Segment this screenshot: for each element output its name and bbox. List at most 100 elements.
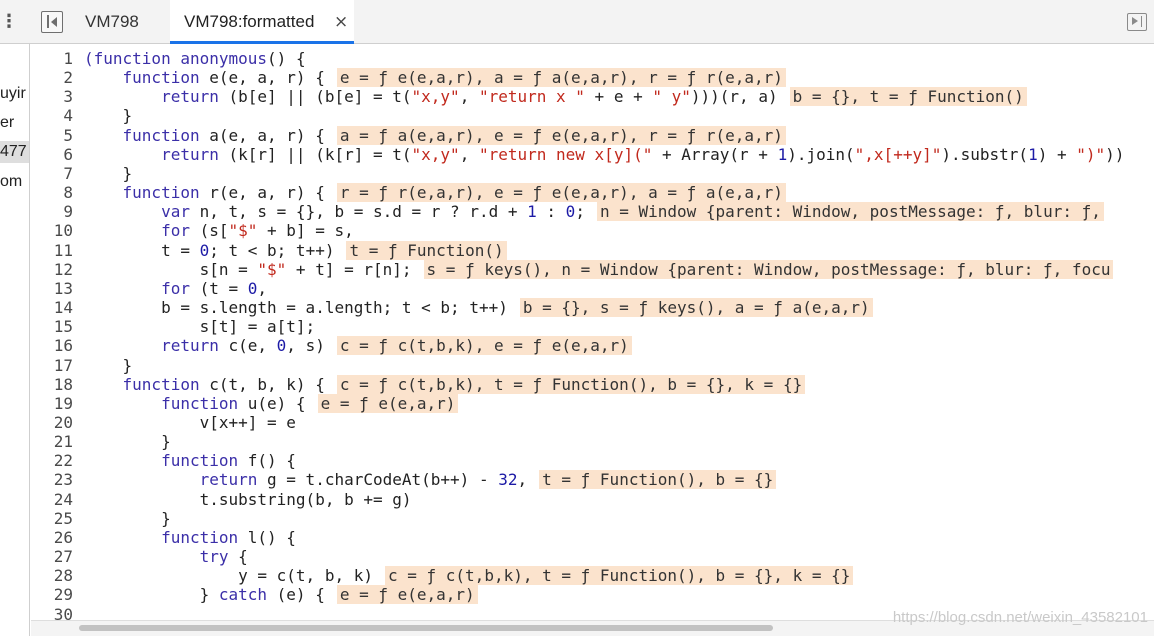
line-number[interactable]: 25 <box>31 509 73 528</box>
code-line[interactable]: return (b[e] || (b[e] = t("x,y", "return… <box>84 87 1154 107</box>
code-line[interactable]: s[t] = a[t]; <box>84 317 1154 336</box>
line-number[interactable]: 12 <box>31 260 73 279</box>
code-line[interactable]: return c(e, 0, s) c = ƒ c(t,b,k), e = ƒ e… <box>84 336 1154 356</box>
keyword-token: for <box>161 221 190 241</box>
code-line[interactable]: } <box>84 106 1154 125</box>
line-number[interactable]: 13 <box>31 279 73 298</box>
line-number[interactable]: 24 <box>31 490 73 509</box>
code-token: ; t < b; t++) <box>209 240 335 260</box>
line-number[interactable]: 29 <box>31 585 73 604</box>
line-number[interactable]: 28 <box>31 566 73 585</box>
code-token: s[n = <box>84 259 258 279</box>
code-line[interactable]: function r(e, a, r) {r = ƒ r(e,a,r), e =… <box>84 183 1154 203</box>
inline-value-preview: b = {}, s = ƒ keys(), a = ƒ a(e,a,r) <box>519 298 873 318</box>
line-number[interactable]: 30 <box>31 605 73 620</box>
sidebar-item[interactable]: om <box>0 171 29 193</box>
code-token: g = t.charCodeAt(b++) - <box>257 470 499 490</box>
code-line[interactable]: try { <box>84 547 1154 566</box>
line-number[interactable]: 3 <box>31 87 73 106</box>
code-line[interactable]: } <box>84 356 1154 375</box>
line-number[interactable]: 1 <box>31 49 73 68</box>
scrollbar-thumb[interactable] <box>79 625 773 631</box>
line-number[interactable]: 22 <box>31 451 73 470</box>
code-editor[interactable]: 1 2 3 4 5 6 7 8 9 10 11 12 13 14 15 16 17 18 19 20 21 22 23 24 2… <box>31 44 1154 620</box>
code-line[interactable]: function c(t, b, k) {c = ƒ c(t,b,k), t =… <box>84 374 1154 394</box>
code-token: (s[ <box>189 221 229 241</box>
line-number[interactable]: 11 <box>31 241 73 260</box>
code-token: u(e) { <box>238 393 306 413</box>
line-number[interactable]: 6 <box>31 145 73 164</box>
code-token: c(t, b, k) { <box>199 374 325 394</box>
line-number[interactable]: 2 <box>31 68 73 87</box>
code-line[interactable]: s[n = "$" + t] = r[n]; s = ƒ keys(), n = … <box>84 259 1154 279</box>
code-token: + Array(r + <box>652 144 778 164</box>
line-number[interactable]: 8 <box>31 183 73 202</box>
code-token: { <box>228 547 248 567</box>
code-line[interactable]: (function anonymous() { <box>84 49 1154 68</box>
code-line[interactable]: } <box>84 432 1154 451</box>
code-line[interactable]: for (t = 0, <box>84 279 1154 298</box>
inline-value-preview: t = ƒ Function(), b = {} <box>539 470 777 490</box>
tab-vm798-formatted[interactable]: VM798:formatted × <box>170 0 354 44</box>
sidebar-item-selected[interactable]: 477 <box>0 141 29 163</box>
code-line[interactable]: for (s["$" + b] = s, <box>84 221 1154 240</box>
code-token: s[t] = a[t]; <box>84 317 316 337</box>
sidebar-item[interactable]: uyir <box>0 83 29 105</box>
code-line[interactable]: function a(e, a, r) {a = ƒ a(e,a,r), e =… <box>84 125 1154 145</box>
code-line[interactable]: y = c(t, b, k) c = ƒ c(t,b,k), t = ƒ Func… <box>84 566 1154 586</box>
close-tab-icon[interactable]: × <box>334 0 348 44</box>
code-line[interactable]: var n, t, s = {}, b = s.d = r ? r.d + 1 … <box>84 202 1154 222</box>
code-line[interactable]: v[x++] = e <box>84 413 1154 432</box>
line-number[interactable]: 26 <box>31 528 73 547</box>
code-line[interactable]: function l() { <box>84 528 1154 547</box>
keyword-token: for <box>161 278 190 298</box>
code-token: e(e, a, r) { <box>199 68 325 88</box>
code-line[interactable]: } catch (e) {e = ƒ e(e,a,r) <box>84 585 1154 605</box>
code-token: ) + <box>1037 144 1077 164</box>
sidebar-item[interactable]: er <box>0 112 29 134</box>
code-line[interactable]: function u(e) {e = ƒ e(e,a,r) <box>84 393 1154 413</box>
code-line[interactable]: return (k[r] || (k[r] = t("x,y", "return… <box>84 145 1154 164</box>
line-number[interactable]: 14 <box>31 298 73 317</box>
line-number[interactable]: 15 <box>31 317 73 336</box>
toggle-navigator-icon[interactable] <box>41 11 63 33</box>
code-line[interactable]: function f() { <box>84 451 1154 470</box>
line-number[interactable]: 4 <box>31 106 73 125</box>
toggle-debugger-icon[interactable] <box>1127 13 1147 31</box>
code-token: (b[e] || (b[e] = t( <box>218 87 412 107</box>
code-line[interactable]: b = s.length = a.length; t < b; t++) b = … <box>84 298 1154 318</box>
code-line[interactable]: function e(e, a, r) {e = ƒ e(e,a,r), a =… <box>84 68 1154 88</box>
keyword-token: anonymous <box>180 49 268 68</box>
line-number[interactable]: 21 <box>31 432 73 451</box>
code-line[interactable]: t = 0; t < b; t++) t = ƒ Function() <box>84 240 1154 260</box>
string-token: " y" <box>652 87 691 107</box>
line-number[interactable]: 18 <box>31 375 73 394</box>
number-token: 1 <box>1028 144 1038 164</box>
inline-value-preview: n = Window {parent: Window, postMessage:… <box>596 202 1104 222</box>
line-number[interactable]: 16 <box>31 336 73 355</box>
line-number[interactable]: 19 <box>31 394 73 413</box>
line-number[interactable]: 20 <box>31 413 73 432</box>
more-options-icon[interactable]: ⋮ <box>0 12 18 32</box>
code-line[interactable]: return g = t.charCodeAt(b++) - 32, t = ƒ … <box>84 470 1154 490</box>
line-number[interactable]: 9 <box>31 202 73 221</box>
code-line[interactable]: } <box>84 164 1154 183</box>
line-number[interactable]: 27 <box>31 547 73 566</box>
string-token: "return x " <box>478 87 585 107</box>
string-token: "return new x[y](" <box>478 144 653 164</box>
line-number[interactable]: 23 <box>31 470 73 489</box>
code-line[interactable]: t.substring(b, b += g) <box>84 490 1154 509</box>
line-number[interactable]: 7 <box>31 164 73 183</box>
line-number[interactable]: 10 <box>31 221 73 240</box>
line-number[interactable]: 5 <box>31 126 73 145</box>
line-number[interactable]: 17 <box>31 356 73 375</box>
code-content[interactable]: (function anonymous() { function e(e, a,… <box>84 49 1154 620</box>
tab-vm798[interactable]: VM798 <box>76 0 164 44</box>
code-token: c(e, <box>218 336 277 356</box>
code-line[interactable]: } <box>84 509 1154 528</box>
